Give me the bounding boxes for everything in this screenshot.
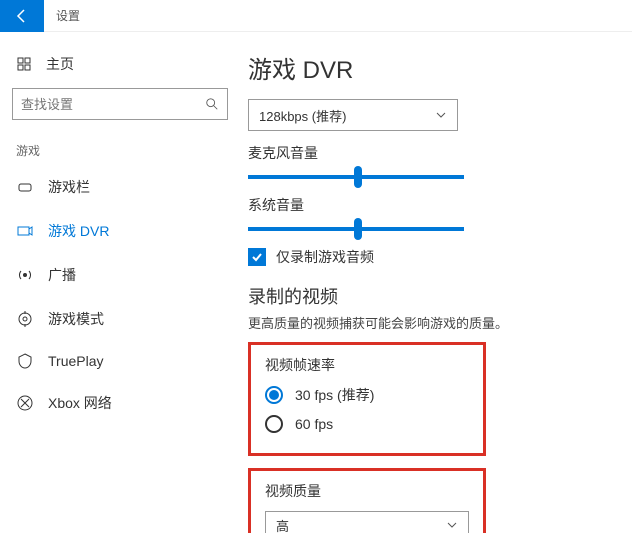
recorded-video-desc: 更高质量的视频捕获可能会影响游戏的质量。 — [248, 313, 612, 332]
back-button[interactable] — [0, 0, 44, 32]
window-title: 设置 — [44, 7, 92, 24]
home-label: 主页 — [46, 54, 74, 74]
home-link[interactable]: 主页 — [8, 44, 232, 84]
sidebar-item-game-dvr[interactable]: 游戏 DVR — [8, 209, 232, 253]
sidebar-item-label: Xbox 网络 — [48, 393, 112, 413]
mic-volume-slider[interactable] — [248, 175, 464, 179]
sidebar-item-broadcast[interactable]: 广播 — [8, 253, 232, 297]
sidebar-item-label: 游戏 DVR — [48, 221, 109, 241]
record-game-audio-only-checkbox[interactable]: 仅录制游戏音频 — [248, 247, 612, 267]
sidebar-item-label: 广播 — [48, 265, 76, 285]
broadcast-icon — [16, 267, 34, 283]
checkbox-checked-icon — [248, 248, 266, 266]
video-quality-value: 高 — [276, 516, 289, 533]
radio-label: 30 fps (推荐) — [295, 385, 374, 405]
fps-60-radio[interactable]: 60 fps — [265, 415, 469, 433]
gamebar-icon — [16, 179, 34, 195]
home-icon — [16, 56, 32, 72]
bitrate-value: 128kbps (推荐) — [259, 106, 346, 125]
arrow-left-icon — [14, 8, 30, 24]
checkbox-label: 仅录制游戏音频 — [276, 247, 374, 267]
fps-30-radio[interactable]: 30 fps (推荐) — [265, 385, 469, 405]
sidebar-section-label: 游戏 — [8, 136, 232, 165]
mic-volume-label: 麦克风音量 — [248, 143, 612, 163]
xbox-icon — [16, 395, 34, 411]
video-quality-highlight: 视频质量 高 — [248, 468, 486, 533]
radio-selected-icon — [265, 386, 283, 404]
slider-thumb[interactable] — [354, 218, 362, 240]
video-quality-select[interactable]: 高 — [265, 511, 469, 533]
chevron-down-icon — [435, 109, 447, 121]
search-box[interactable] — [12, 88, 228, 120]
sidebar-item-label: TruePlay — [48, 353, 104, 369]
titlebar: 设置 — [0, 0, 632, 32]
main-panel: 游戏 DVR 128kbps (推荐) 麦克风音量 系统音量 仅录制游戏音频 录… — [240, 32, 632, 533]
sidebar-item-trueplay[interactable]: TruePlay — [8, 341, 232, 381]
sidebar: 主页 游戏 游戏栏 游戏 DVR 广播 游戏模式 TruePlay — [0, 32, 240, 533]
radio-icon — [265, 415, 283, 433]
trueplay-icon — [16, 353, 34, 369]
sidebar-item-label: 游戏模式 — [48, 309, 104, 329]
sidebar-item-game-mode[interactable]: 游戏模式 — [8, 297, 232, 341]
search-input[interactable] — [21, 97, 201, 112]
video-quality-label: 视频质量 — [265, 481, 469, 501]
system-volume-slider[interactable] — [248, 227, 464, 231]
system-volume-label: 系统音量 — [248, 195, 612, 215]
recorded-video-header: 录制的视频 — [248, 283, 612, 309]
radio-label: 60 fps — [295, 416, 333, 432]
frame-rate-label: 视频帧速率 — [265, 355, 469, 375]
slider-thumb[interactable] — [354, 166, 362, 188]
frame-rate-highlight: 视频帧速率 30 fps (推荐) 60 fps — [248, 342, 486, 456]
bitrate-select[interactable]: 128kbps (推荐) — [248, 99, 458, 131]
sidebar-item-label: 游戏栏 — [48, 177, 90, 197]
page-title: 游戏 DVR — [248, 50, 612, 85]
chevron-down-icon — [446, 519, 458, 531]
sidebar-item-xbox-network[interactable]: Xbox 网络 — [8, 381, 232, 425]
dvr-icon — [16, 223, 34, 239]
gamemode-icon — [16, 311, 34, 327]
sidebar-item-gamebar[interactable]: 游戏栏 — [8, 165, 232, 209]
search-icon — [205, 97, 219, 111]
